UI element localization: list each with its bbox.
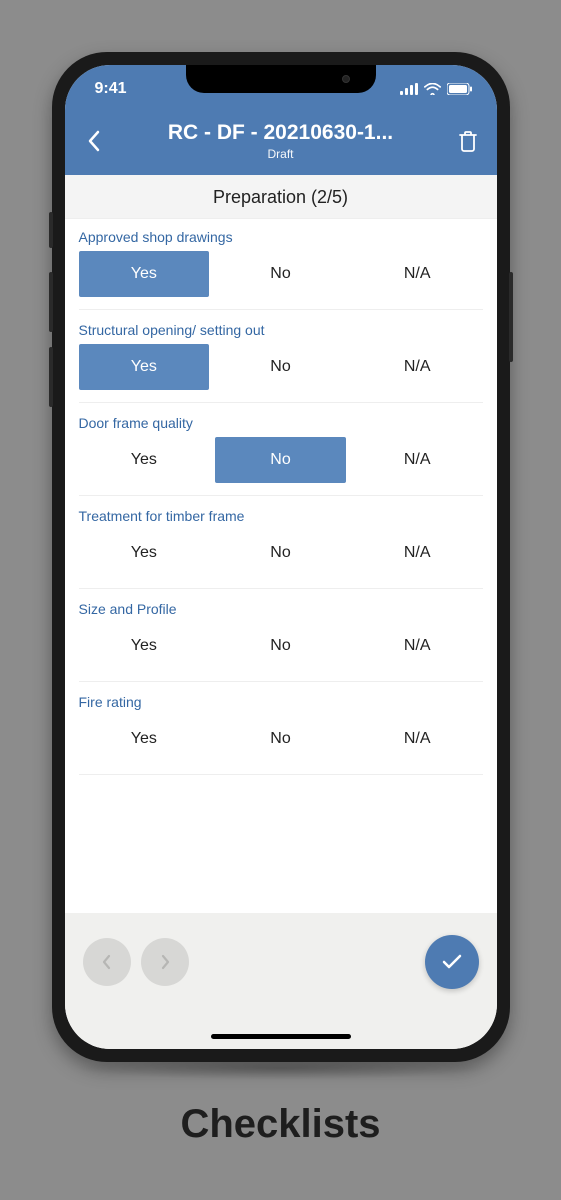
option-na[interactable]: N/A	[352, 623, 483, 669]
back-button[interactable]	[79, 121, 109, 161]
checklist-item: Approved shop drawings YesNoN/A	[65, 219, 497, 312]
confirm-button[interactable]	[425, 935, 479, 989]
checklist-item: Treatment for timber frame YesNoN/A	[65, 498, 497, 591]
app-header: RC - DF - 20210630-1... Draft	[65, 113, 497, 175]
option-na[interactable]: N/A	[352, 344, 483, 390]
checklist-item-label: Structural opening/ setting out	[79, 322, 483, 338]
section-title: Preparation (2/5)	[65, 175, 497, 219]
signal-icon	[400, 83, 418, 95]
option-no[interactable]: No	[215, 716, 346, 762]
next-button[interactable]	[141, 938, 189, 986]
checklist-item: Door frame quality YesNoN/A	[65, 405, 497, 498]
phone-notch	[186, 65, 376, 93]
page-subtitle: Draft	[109, 147, 453, 161]
option-yes[interactable]: Yes	[79, 623, 210, 669]
footer-bar	[65, 913, 497, 1049]
checklist-item-label: Fire rating	[79, 694, 483, 710]
checklist-item: Size and Profile YesNoN/A	[65, 591, 497, 684]
chevron-left-icon	[101, 954, 113, 970]
option-no[interactable]: No	[215, 437, 346, 483]
prev-button[interactable]	[83, 938, 131, 986]
checklist-item: Structural opening/ setting out YesNoN/A	[65, 312, 497, 405]
option-no[interactable]: No	[215, 623, 346, 669]
chevron-right-icon	[159, 954, 171, 970]
wifi-icon	[424, 83, 441, 95]
battery-icon	[447, 83, 473, 95]
option-no[interactable]: No	[215, 344, 346, 390]
option-na[interactable]: N/A	[352, 716, 483, 762]
chevron-left-icon	[87, 130, 101, 152]
option-na[interactable]: N/A	[352, 530, 483, 576]
check-icon	[441, 953, 463, 971]
option-no[interactable]: No	[215, 251, 346, 297]
option-yes[interactable]: Yes	[79, 530, 210, 576]
option-na[interactable]: N/A	[352, 251, 483, 297]
option-yes[interactable]: Yes	[79, 716, 210, 762]
checklist-item-label: Size and Profile	[79, 601, 483, 617]
status-time: 9:41	[95, 80, 127, 98]
option-na[interactable]: N/A	[352, 437, 483, 483]
caption: Checklists	[180, 1102, 380, 1147]
checklist-item: Fire rating YesNoN/A	[65, 684, 497, 777]
delete-button[interactable]	[453, 121, 483, 161]
checklist-item-label: Door frame quality	[79, 415, 483, 431]
option-yes[interactable]: Yes	[79, 437, 210, 483]
checklist-item-label: Approved shop drawings	[79, 229, 483, 245]
option-no[interactable]: No	[215, 530, 346, 576]
trash-icon	[458, 130, 478, 152]
checklist-item-label: Treatment for timber frame	[79, 508, 483, 524]
option-yes[interactable]: Yes	[79, 251, 210, 297]
checklist: Approved shop drawingsYesNoN/AStructural…	[65, 219, 497, 913]
option-yes[interactable]: Yes	[79, 344, 210, 390]
home-indicator	[211, 1034, 351, 1039]
page-title: RC - DF - 20210630-1...	[109, 121, 453, 145]
